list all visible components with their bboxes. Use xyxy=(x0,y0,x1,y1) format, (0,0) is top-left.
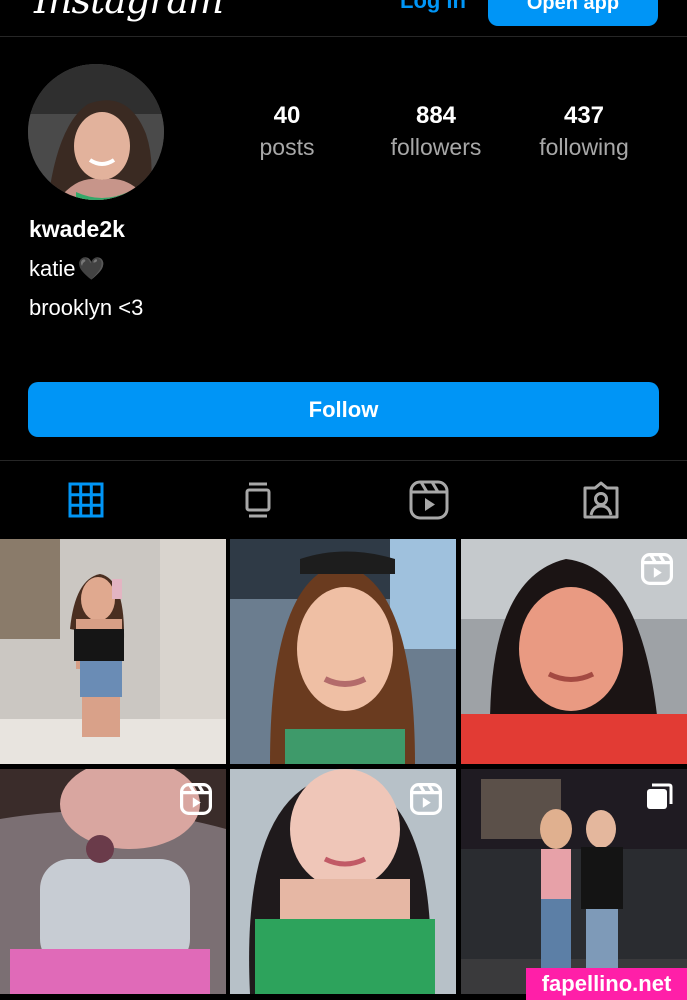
bio-line-1: katie 🖤 xyxy=(29,256,105,282)
following-count-label: following xyxy=(539,134,629,160)
guide-icon xyxy=(245,482,271,518)
following-count[interactable]: 437 following xyxy=(509,102,659,161)
post-thumbnail[interactable] xyxy=(230,769,456,994)
post-thumbnail[interactable] xyxy=(0,539,226,764)
open-app-button[interactable]: Open app xyxy=(488,0,658,26)
posts-count-label: posts xyxy=(259,134,315,160)
tagged-icon xyxy=(583,481,619,519)
tab-posts-grid[interactable] xyxy=(0,461,172,539)
avatar[interactable] xyxy=(28,64,164,200)
posts-count[interactable]: 40 posts xyxy=(212,102,362,161)
followers-count-value: 884 xyxy=(415,102,457,129)
reel-icon xyxy=(180,783,212,820)
post-thumbnail[interactable] xyxy=(461,539,687,764)
tab-guides[interactable] xyxy=(172,461,344,539)
watermark: fapellino.net xyxy=(526,968,687,1000)
followers-count[interactable]: 884 followers xyxy=(361,102,511,161)
carousel-icon xyxy=(645,783,673,816)
profile-username: kwade2k xyxy=(29,216,125,242)
posts-count-value: 40 xyxy=(273,102,301,129)
reel-icon xyxy=(641,553,673,590)
grid-icon xyxy=(68,482,104,518)
post-thumbnail[interactable] xyxy=(0,769,226,994)
reels-icon xyxy=(409,480,449,520)
followers-count-label: followers xyxy=(390,134,482,160)
instagram-logo[interactable]: Instagram xyxy=(34,0,224,22)
reel-icon xyxy=(410,783,442,820)
follow-button[interactable]: Follow xyxy=(28,382,659,437)
tab-tagged[interactable] xyxy=(515,461,687,539)
profile-tabs xyxy=(0,460,687,539)
black-heart-icon: 🖤 xyxy=(77,256,105,281)
top-bar: Instagram Log in Open app xyxy=(0,0,687,37)
following-count-value: 437 xyxy=(563,102,605,129)
bio-line-2: brooklyn <3 xyxy=(29,295,144,320)
login-link[interactable]: Log in xyxy=(400,0,466,14)
bio-name: katie xyxy=(29,256,76,281)
post-thumbnail[interactable] xyxy=(230,539,456,764)
post-thumbnail[interactable] xyxy=(461,769,687,994)
tab-reels[interactable] xyxy=(344,461,516,539)
